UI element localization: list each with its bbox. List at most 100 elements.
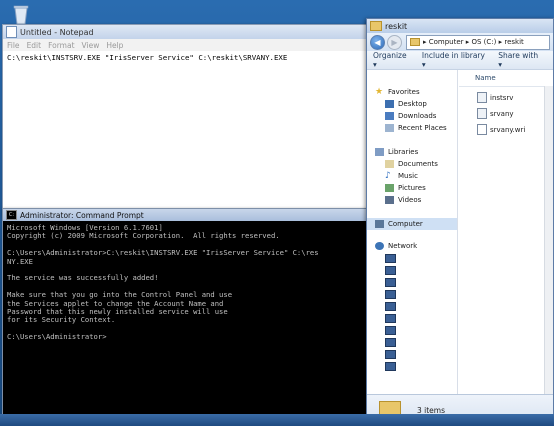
file-icon: [477, 92, 487, 103]
nav-desktop[interactable]: Desktop: [385, 100, 427, 108]
notepad-title-bar[interactable]: Untitled - Notepad: [3, 25, 371, 39]
organize-button[interactable]: Organize ▾: [373, 51, 410, 69]
nav-downloads[interactable]: Downloads: [385, 112, 436, 120]
address-bar[interactable]: ▸ Computer ▸ OS (C:) ▸ reskit: [406, 34, 550, 50]
nav-label: Libraries: [388, 148, 419, 156]
library-icon: [375, 148, 384, 156]
music-icon: ♪: [385, 171, 391, 181]
nav-libraries[interactable]: Libraries: [375, 148, 418, 156]
nav-computer[interactable]: Computer: [367, 218, 457, 230]
menu-edit[interactable]: Edit: [27, 41, 42, 50]
taskbar[interactable]: [0, 414, 554, 426]
vertical-scrollbar[interactable]: [544, 86, 553, 395]
command-prompt-window[interactable]: C: Administrator: Command Prompt Microso…: [2, 208, 372, 426]
file-icon: [477, 124, 487, 135]
network-computer[interactable]: [385, 314, 396, 323]
notepad-text-area[interactable]: C:\reskit\INSTSRV.EXE "IrisServer Servic…: [3, 51, 371, 64]
nav-label: Downloads: [398, 112, 437, 120]
network-icon: [375, 242, 384, 250]
cmd-line: NY.EXE: [7, 256, 33, 266]
explorer-toolbar: Organize ▾ Include in library ▾ Share wi…: [367, 51, 553, 70]
file-name: srvany.wri: [490, 125, 526, 134]
network-computer[interactable]: [385, 326, 396, 335]
downloads-icon: [385, 112, 394, 120]
notepad-menu-bar: File Edit Format View Help: [3, 39, 371, 51]
network-computer[interactable]: [385, 302, 396, 311]
nav-label: Recent Places: [398, 124, 447, 132]
file-list-pane: Name instsrv srvany srvany.wri: [459, 70, 553, 395]
network-computer[interactable]: [385, 338, 396, 347]
network-computer[interactable]: [385, 350, 396, 359]
recycle-bin-icon[interactable]: [10, 3, 32, 25]
file-name: srvany: [490, 109, 514, 118]
menu-help[interactable]: Help: [106, 41, 123, 50]
nav-label: Network: [388, 242, 418, 250]
nav-network[interactable]: Network: [375, 242, 417, 250]
menu-file[interactable]: File: [7, 41, 20, 50]
nav-label: Desktop: [398, 100, 427, 108]
cmd-line: Copyright (c) 2009 Microsoft Corporation…: [7, 231, 280, 241]
computer-icon: [385, 278, 396, 287]
nav-label: Documents: [398, 160, 438, 168]
address-bar-row: ◀ ▶ ▸ Computer ▸ OS (C:) ▸ reskit: [367, 33, 553, 51]
nav-videos[interactable]: Videos: [385, 196, 421, 204]
explorer-title-bar[interactable]: reskit: [367, 19, 553, 33]
recent-places-icon: [385, 124, 394, 132]
desktop-icon: [385, 100, 394, 108]
notepad-title: Untitled - Notepad: [20, 27, 94, 37]
computer-icon: [375, 220, 384, 228]
star-icon: ★: [375, 87, 384, 97]
computer-icon: [385, 290, 396, 299]
cmd-line: The service was successfully added!: [7, 273, 159, 283]
computer-icon: [385, 362, 396, 371]
pictures-icon: [385, 184, 394, 192]
include-in-library-button[interactable]: Include in library ▾: [422, 51, 486, 69]
file-item[interactable]: srvany.wri: [477, 124, 525, 135]
cmd-console-output[interactable]: Microsoft Windows [Version 6.1.7601] Copy…: [3, 221, 371, 423]
explorer-window[interactable]: reskit ◀ ▶ ▸ Computer ▸ OS (C:) ▸ reskit…: [366, 18, 554, 426]
notepad-icon: [6, 26, 17, 38]
videos-icon: [385, 196, 394, 204]
nav-recent-places[interactable]: Recent Places: [385, 124, 447, 132]
network-computer[interactable]: [385, 254, 396, 263]
network-computer[interactable]: [385, 290, 396, 299]
navigation-pane: ★ Favorites Desktop Downloads Recent Pla…: [367, 70, 458, 395]
menu-view[interactable]: View: [82, 41, 100, 50]
file-name: instsrv: [490, 93, 514, 102]
computer-icon: [385, 314, 396, 323]
nav-documents[interactable]: Documents: [385, 160, 438, 168]
nav-pictures[interactable]: Pictures: [385, 184, 426, 192]
folder-icon: [410, 38, 420, 46]
file-item[interactable]: instsrv: [477, 92, 513, 103]
cmd-icon: C:: [6, 210, 17, 220]
computer-icon: [385, 326, 396, 335]
network-computer[interactable]: [385, 362, 396, 371]
nav-label: Favorites: [388, 88, 420, 96]
cmd-title: Administrator: Command Prompt: [20, 210, 144, 220]
share-with-button[interactable]: Share with ▾: [498, 51, 541, 69]
nav-label: Pictures: [398, 184, 426, 192]
cmd-title-bar[interactable]: C: Administrator: Command Prompt: [3, 209, 371, 221]
computer-icon: [385, 302, 396, 311]
back-arrow-icon[interactable]: ◀: [370, 34, 385, 50]
nav-music[interactable]: ♪ Music: [385, 171, 418, 181]
network-computer[interactable]: [385, 278, 396, 287]
explorer-title: reskit: [385, 21, 408, 31]
nav-label: Videos: [398, 196, 422, 204]
nav-label: Music: [398, 172, 418, 180]
computer-icon: [385, 338, 396, 347]
documents-icon: [385, 160, 394, 168]
column-header-name[interactable]: Name: [459, 70, 553, 87]
notepad-window[interactable]: Untitled - Notepad File Edit Format View…: [2, 24, 372, 216]
menu-format[interactable]: Format: [48, 41, 74, 50]
cmd-line: for its Security Context.: [7, 315, 116, 325]
nav-label: Computer: [388, 220, 423, 228]
nav-favorites[interactable]: ★ Favorites: [375, 87, 420, 97]
file-item[interactable]: srvany: [477, 108, 514, 119]
address-path: ▸ Computer ▸ OS (C:) ▸ reskit: [423, 38, 524, 46]
network-computer[interactable]: [385, 266, 396, 275]
forward-arrow-icon[interactable]: ▶: [387, 34, 402, 50]
file-icon: [477, 108, 487, 119]
cmd-line: C:\Users\Administrator>: [7, 332, 107, 342]
explorer-main: ★ Favorites Desktop Downloads Recent Pla…: [367, 70, 553, 395]
